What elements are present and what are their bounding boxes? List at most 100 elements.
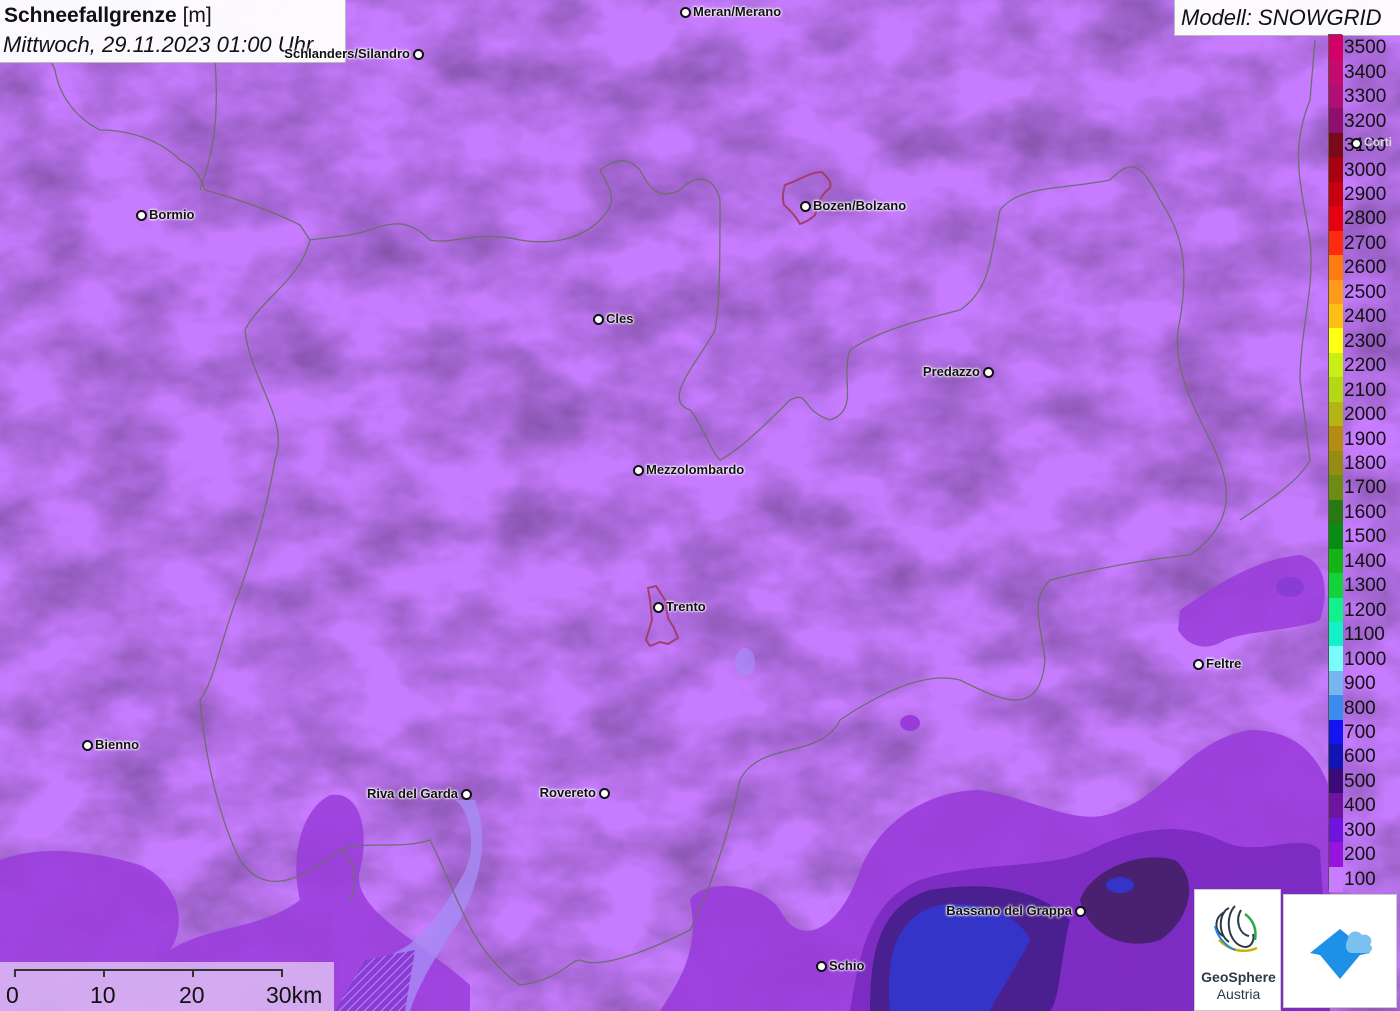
city-label[interactable]: Bozen/Bolzano [813,198,906,213]
legend-swatch [1329,401,1343,427]
city-marker-icon[interactable] [136,210,147,221]
city-marker-icon[interactable] [633,465,644,476]
snowfall-line-map[interactable] [0,0,1400,1011]
city-marker-icon[interactable] [1193,659,1204,670]
city-label[interactable]: Mezzolombardo [646,462,744,477]
map-datetime: Mittwoch, 29.11.2023 01:00 Uhr [3,32,314,57]
legend-label: 2100 [1344,379,1387,401]
legend-label: 2000 [1344,404,1387,426]
legend-label: 1700 [1344,477,1387,499]
city-marker-icon[interactable] [599,788,610,799]
city-label[interactable]: Cles [606,311,633,326]
legend-swatch [1329,866,1343,892]
lake-caldonazzo [735,648,755,676]
city-label[interactable]: Bormio [149,207,195,222]
scale-line [14,969,282,971]
legend-swatch [1329,157,1343,183]
city-label[interactable]: Trento [666,599,706,614]
city-marker-icon[interactable] [816,961,827,972]
city-marker-icon[interactable] [680,7,691,18]
city-marker-icon[interactable] [82,740,93,751]
legend-label: 2800 [1344,208,1387,230]
app-logo[interactable] [1283,894,1397,1008]
city-marker-icon[interactable] [413,49,424,60]
legend-label: 500 [1344,770,1376,792]
city-marker-icon[interactable] [1351,138,1362,149]
scale-tick [14,969,16,977]
geosphere-logo[interactable]: GeoSphere Austria [1194,889,1281,1011]
city-label[interactable]: Schio [829,958,864,973]
city-marker-icon[interactable] [1075,906,1086,917]
legend-label: 100 [1344,868,1376,890]
legend-swatch [1329,230,1343,256]
legend-swatch [1329,744,1343,770]
legend-swatch [1329,181,1343,207]
cloud-house-icon [1310,929,1373,979]
legend-label: 3400 [1344,61,1387,83]
city-label[interactable]: Feltre [1206,656,1241,671]
city-label[interactable]: Riva del Garda [367,786,458,801]
model-label-panel: Modell: SNOWGRID [1174,0,1400,36]
legend-swatch [1329,59,1343,85]
scale-tick [281,969,283,977]
map-title: Schneefallgrenze [m] [4,4,212,28]
scale-label: 30km [266,982,323,1008]
legend-swatch [1329,499,1343,525]
city-label[interactable]: Predazzo [923,364,980,379]
legend-label: 800 [1344,697,1376,719]
legend-swatch [1329,450,1343,476]
legend-swatch [1329,35,1343,60]
legend-swatch [1329,279,1343,305]
legend-swatch [1329,255,1343,281]
scale-bar: 0 10 20 30km [0,962,334,1011]
color-legend: 3500 3400 3300 3200 3100 3000 2900 2800 2700 2600… [1328,34,1400,892]
legend-label: 2500 [1344,281,1387,303]
legend-swatch [1329,621,1343,647]
legend-label: 2600 [1344,257,1387,279]
geosphere-sub: Austria [1216,986,1261,1002]
city-label[interactable]: Meran/Merano [693,4,781,19]
legend-label: 700 [1344,722,1376,744]
legend-label: 1800 [1344,453,1387,474]
legend-label: 2200 [1344,355,1387,377]
legend-swatch [1329,377,1343,403]
city-label[interactable]: Bienno [95,737,139,752]
legend-swatch [1329,817,1343,843]
city-label[interactable]: Rovereto [540,785,596,800]
legend-swatch [1329,108,1343,134]
legend-label: 1400 [1344,550,1387,572]
city-marker-icon[interactable] [800,201,811,212]
scale-label: 20 [179,982,205,1008]
city-label[interactable]: Bassano del Grappa [946,903,1072,918]
legend-label: 1900 [1344,428,1387,450]
title-text: Schneefallgrenze [4,4,177,27]
legend-swatch [1329,548,1343,574]
geosphere-name: GeoSphere [1201,969,1276,985]
legend-label: 2900 [1344,183,1387,205]
legend-label: 2300 [1344,330,1387,352]
legend-swatch [1329,524,1343,550]
legend-swatch [1329,597,1343,623]
city-marker-icon[interactable] [653,602,664,613]
city-marker-icon[interactable] [593,314,604,325]
city-label[interactable]: Schlanders/Silandro [284,46,410,61]
model-label: Modell: SNOWGRID [1181,5,1382,30]
legend-swatch [1329,304,1343,330]
legend-label: 600 [1344,746,1376,768]
legend-swatch [1329,793,1343,819]
scale-tick [192,969,194,977]
title-unit: [m] [182,4,212,27]
legend-swatch [1329,768,1343,794]
legend-swatch [1329,475,1343,501]
legend-label: 3200 [1344,110,1387,132]
legend-swatch [1329,328,1343,354]
legend-swatch [1329,83,1343,109]
city-marker-icon[interactable] [983,367,994,378]
city-marker-icon[interactable] [461,789,472,800]
snowline-spot-small [900,715,920,731]
legend-swatch [1329,646,1343,672]
legend-label: 1000 [1344,648,1387,670]
legend-swatch [1329,352,1343,378]
city-label[interactable]: Corti [1364,135,1392,149]
legend-label: 900 [1344,673,1376,695]
